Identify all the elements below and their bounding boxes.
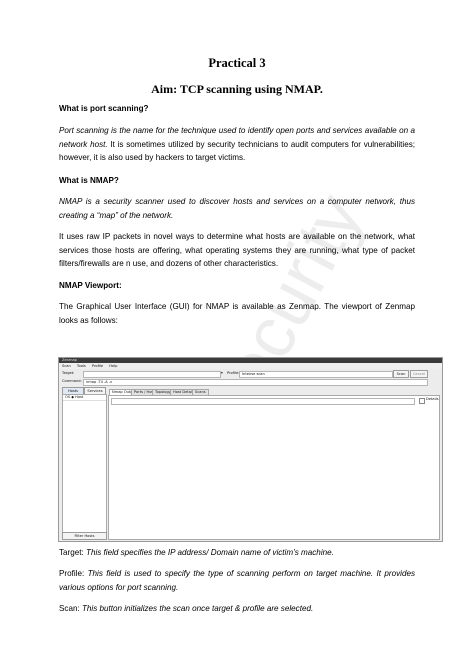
menu-scan[interactable]: Scan	[62, 364, 71, 368]
output-select[interactable]	[111, 398, 415, 405]
nmap-heading: What is NMAP?	[59, 176, 119, 185]
aim-heading: Aim: TCP scanning using NMAP.	[151, 82, 323, 96]
profile-label: Profile:	[227, 371, 240, 375]
command-label: Command:	[62, 379, 82, 383]
menu-profile[interactable]: Profile	[92, 364, 103, 368]
menu-tools[interactable]: Tools	[77, 364, 86, 368]
target-caption-text: This field specifies the IP address/ Dom…	[86, 548, 334, 557]
scan-caption-text: This button initializes the scan once ta…	[81, 604, 314, 613]
scan-button[interactable]: Scan	[393, 370, 409, 378]
command-input[interactable]: nmap -T4 -A -v	[83, 379, 428, 386]
scan-caption-label: Scan:	[59, 604, 82, 613]
port-scanning-paragraph: Port scanning is the name for the techni…	[59, 124, 415, 165]
cancel-button[interactable]: Cancel	[410, 370, 428, 378]
details-button[interactable]: Details	[426, 397, 438, 402]
viewport-paragraph: The Graphical User Interface (GUI) for N…	[59, 302, 415, 325]
document-page: security Practical 3 Aim: TCP scanning u…	[0, 0, 474, 670]
viewport-heading: NMAP Viewport:	[59, 281, 122, 290]
hosts-list-header: OS ◆ Host	[63, 395, 106, 401]
menu-help[interactable]: Help	[109, 364, 117, 368]
target-caption-label: Target:	[59, 548, 86, 557]
profile-caption-label: Profile:	[59, 569, 88, 578]
checkbox-icon[interactable]	[419, 398, 425, 404]
nmap-output-panel[interactable]: Details	[108, 395, 440, 540]
profile-caption-text: This field is used to specify the type o…	[59, 569, 415, 592]
port-scanning-heading: What is port scanning?	[59, 104, 149, 113]
chevron-down-icon[interactable]: ▾	[221, 370, 223, 377]
page-title: Practical 3	[208, 56, 266, 70]
scan-caption: Scan: This button initializes the scan o…	[59, 602, 415, 616]
profile-select[interactable]: Intense scan	[239, 371, 393, 378]
target-label: Target:	[62, 371, 75, 375]
zenmap-screenshot: Zenmap Scan Tools Profile Help Target: ▾…	[58, 357, 443, 542]
nmap-definition: NMAP is a security scanner used to disco…	[59, 197, 415, 220]
target-caption: Target: This field specifies the IP addr…	[59, 546, 415, 560]
port-scanning-usage: It is sometimes utilized by security tec…	[59, 139, 415, 163]
nmap-paragraph: It uses raw IP packets in novel ways to …	[59, 232, 415, 269]
zenmap-menubar: Scan Tools Profile Help	[59, 363, 442, 369]
target-input[interactable]	[83, 371, 221, 378]
profile-caption: Profile: This field is used to specify t…	[59, 567, 415, 594]
filter-hosts-button[interactable]: Filter Hosts	[62, 532, 107, 540]
hosts-list[interactable]: OS ◆ Host	[62, 394, 107, 533]
